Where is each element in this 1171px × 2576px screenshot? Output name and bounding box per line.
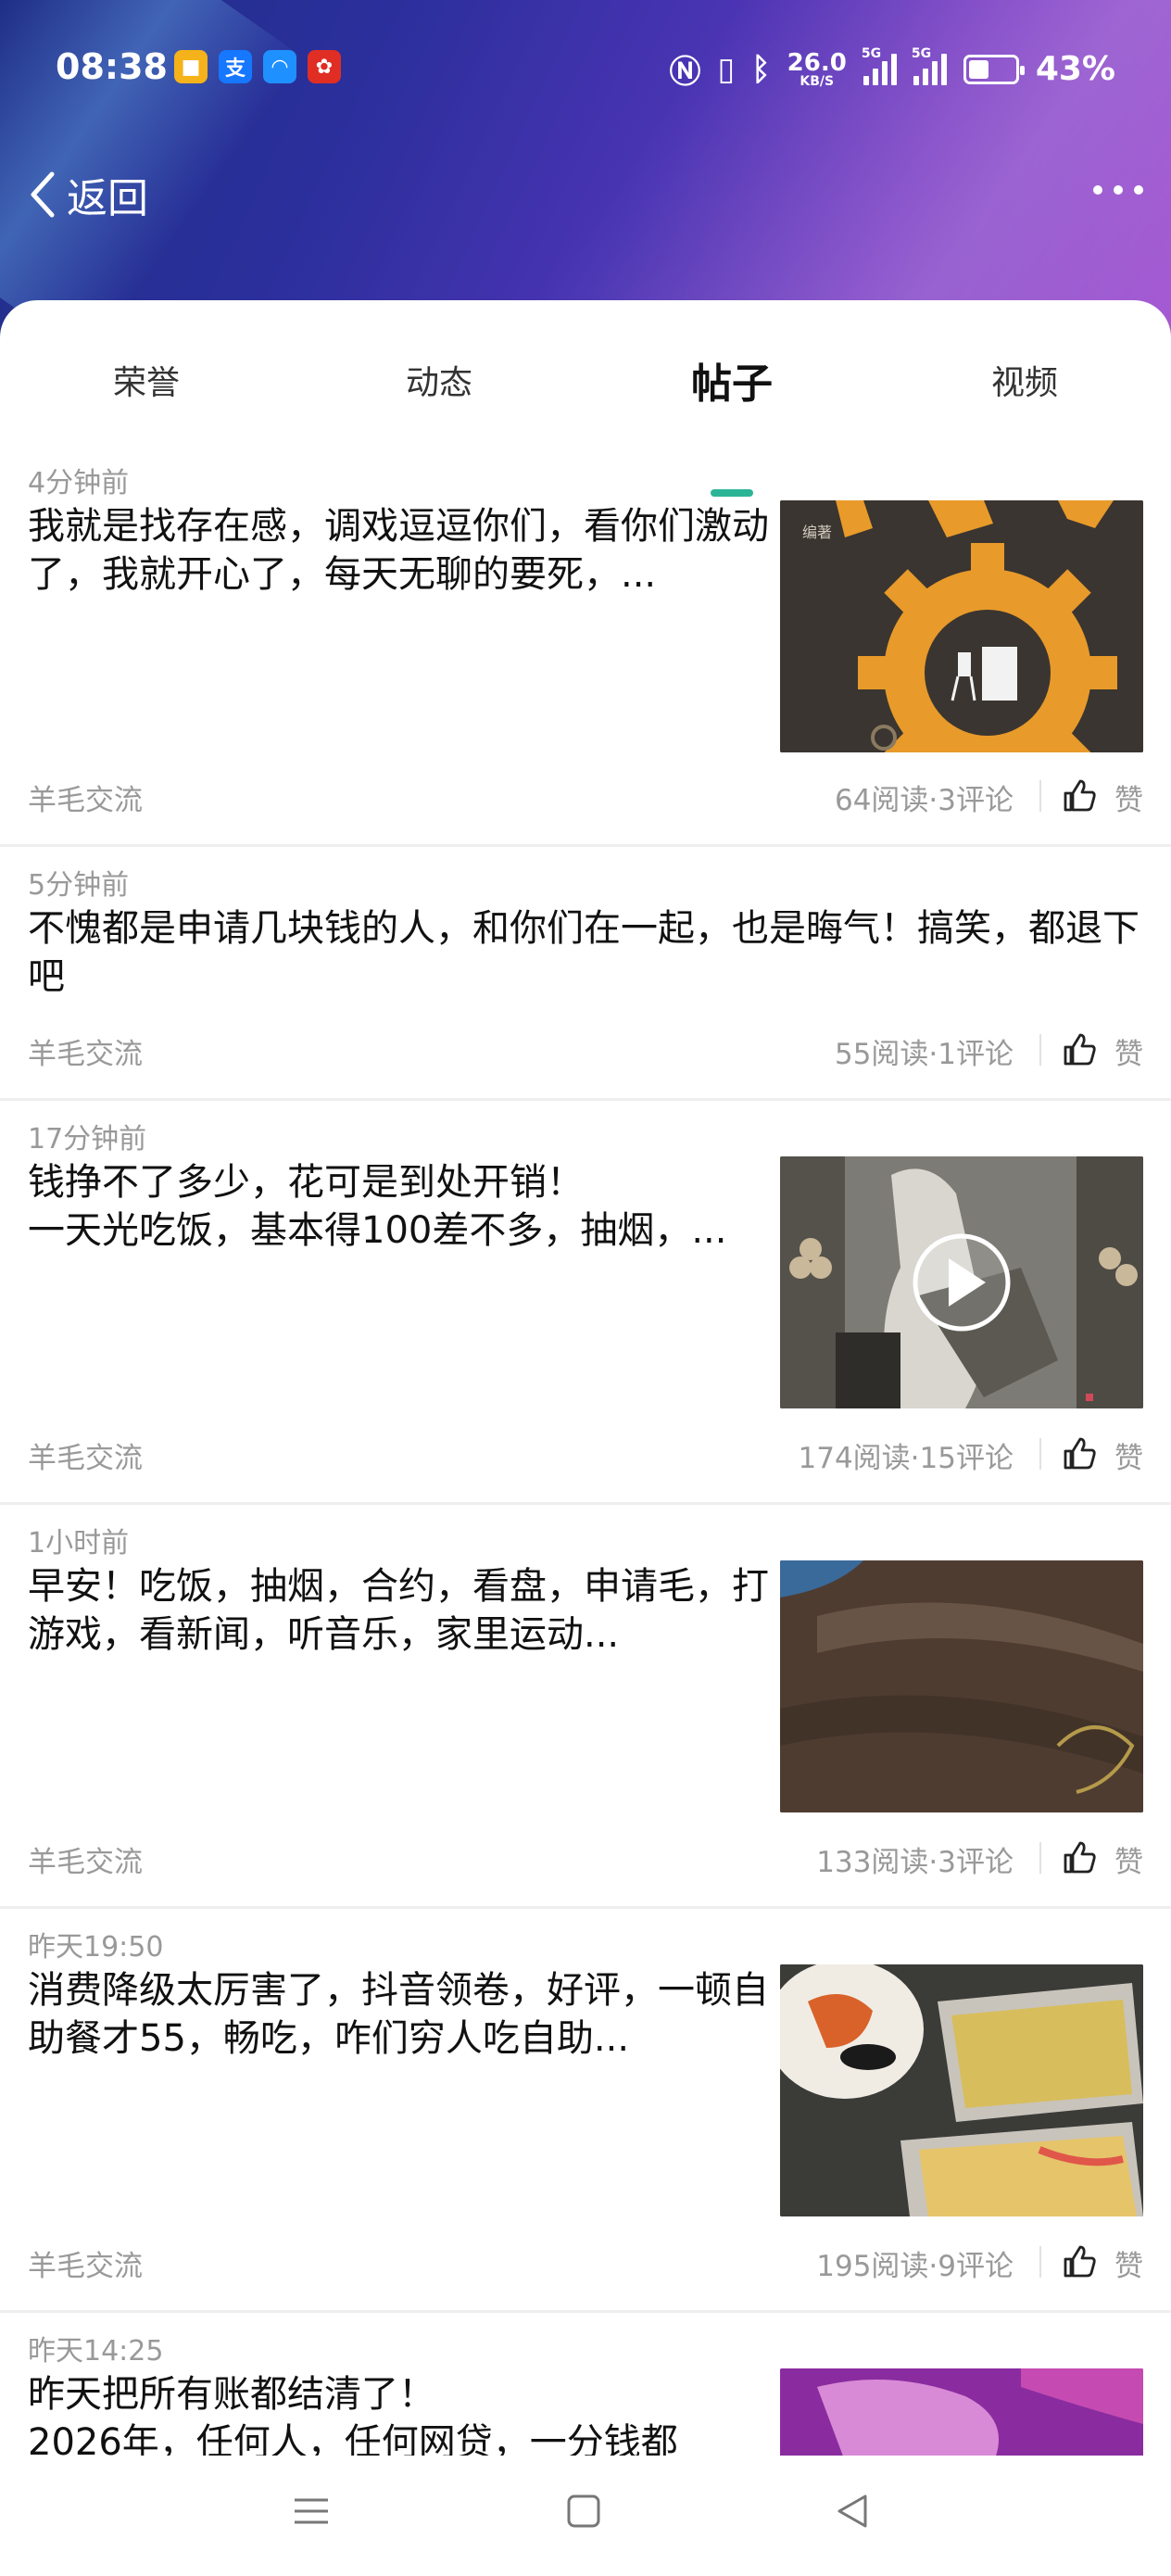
- post-group[interactable]: 羊毛交流: [28, 1838, 143, 1880]
- post-footer: 羊毛交流 174阅读·15评论 赞: [28, 1434, 1143, 1475]
- battery-icon: [963, 54, 1025, 84]
- post-time: 5分钟前: [28, 869, 130, 902]
- post-time: 4分钟前: [28, 467, 130, 499]
- tab-honors[interactable]: 荣誉: [0, 356, 293, 404]
- purple-lit-image: [780, 2368, 1143, 2456]
- footer-divider: [1039, 2246, 1041, 2278]
- system-navigation-bar: [0, 2456, 1171, 2576]
- post-stats: 133阅读·3评论: [816, 1846, 1014, 1879]
- post-footer: 羊毛交流 64阅读·3评论 赞: [28, 777, 1143, 817]
- post-text: 我就是找存在感，调戏逗逗你们，看你们激动了，我就开心了，每天无聊的要死，...: [28, 505, 769, 596]
- thumbs-up-icon[interactable]: [1062, 1436, 1097, 1471]
- post-text: 早安！吃饭，抽烟，合约，看盘，申请毛，打游戏，看新闻，听音乐，家里运动...: [28, 1565, 769, 1656]
- post-footer: 羊毛交流 133阅读·3评论 赞: [28, 1838, 1143, 1879]
- post-item[interactable]: 4分钟前 我就是找存在感，调戏逗逗你们，看你们激动了，我就开心了，每天无聊的要死…: [0, 445, 1171, 847]
- battery-percent: 43%: [1035, 50, 1115, 88]
- post-text: 钱挣不了多少，花可是到处开销！ 一天光吃饭，基本得100差不多，抽烟，...: [28, 1161, 727, 1252]
- post-stats: 195阅读·9评论: [816, 2250, 1014, 2283]
- post-footer: 羊毛交流 195阅读·9评论 赞: [28, 2242, 1143, 2283]
- post-stats: 55阅读·1评论: [834, 1038, 1014, 1071]
- more-options-icon[interactable]: [1093, 185, 1143, 195]
- status-bar: 08:38 ■ 支 ◠ ✿ Ⓝ ▯ ᛒ 26.0 KB/S 5G 5G 43%: [0, 37, 1171, 102]
- post-text: 不愧都是申请几块钱的人，和你们在一起，也是晦气！搞笑，都退下吧: [28, 907, 1140, 998]
- signal-strength-icon-1: 5G: [862, 46, 897, 85]
- notes-app-icon: ■: [174, 50, 208, 83]
- thumbs-up-icon[interactable]: [1062, 1840, 1097, 1875]
- like-label[interactable]: 赞: [1114, 2242, 1143, 2284]
- footer-divider: [1039, 1842, 1041, 1874]
- home-icon[interactable]: [556, 2483, 611, 2539]
- post-stats: 174阅读·15评论: [798, 1442, 1014, 1475]
- post-time: 1小时前: [28, 1527, 130, 1559]
- back-triangle-icon[interactable]: [825, 2483, 880, 2539]
- like-label[interactable]: 赞: [1114, 1434, 1143, 1476]
- fabric-photo-image: [780, 1560, 1143, 1812]
- post-group[interactable]: 羊毛交流: [28, 1030, 143, 1072]
- post-video-thumbnail[interactable]: [780, 1156, 1143, 1408]
- back-label: 返回: [67, 175, 148, 222]
- thumbs-up-icon[interactable]: [1062, 1032, 1097, 1067]
- post-time: 昨天14:25: [28, 2335, 164, 2368]
- top-navigation: 返回: [0, 158, 1171, 232]
- chevron-left-icon: [31, 171, 55, 218]
- post-item[interactable]: 昨天19:50 消费降级太厉害了，抖音领卷，好评，一顿自助餐才55，畅吃，咋们穷…: [0, 1909, 1171, 2313]
- post-footer: 羊毛交流 55阅读·1评论 赞: [28, 1030, 1143, 1071]
- pinduoduo-icon: ✿: [308, 50, 341, 83]
- nfc-icon: Ⓝ: [669, 54, 701, 91]
- thumbs-up-icon[interactable]: [1062, 2244, 1097, 2279]
- status-indicators: Ⓝ ▯ ᛒ 26.0 KB/S 5G 5G 43%: [670, 46, 1115, 92]
- footer-divider: [1039, 1438, 1041, 1470]
- post-group[interactable]: 羊毛交流: [28, 2242, 143, 2284]
- post-group[interactable]: 羊毛交流: [28, 777, 143, 818]
- post-item[interactable]: 5分钟前 不愧都是申请几块钱的人，和你们在一起，也是晦气！搞笑，都退下吧 羊毛交…: [0, 847, 1171, 1101]
- post-stats: 64阅读·3评论: [834, 784, 1014, 817]
- like-label[interactable]: 赞: [1114, 777, 1143, 818]
- tab-bar: 荣誉 动态 帖子 视频: [0, 356, 1171, 497]
- like-label[interactable]: 赞: [1114, 1838, 1143, 1880]
- svg-text:编著: 编著: [802, 524, 832, 541]
- back-button[interactable]: 返回: [26, 165, 148, 224]
- status-time: 08:38: [56, 46, 168, 87]
- post-thumbnail[interactable]: [780, 1560, 1143, 1812]
- vibrate-icon: ▯: [717, 50, 736, 88]
- post-thumbnail[interactable]: [780, 1964, 1143, 2216]
- post-thumbnail[interactable]: 编著: [780, 500, 1143, 752]
- post-group[interactable]: 羊毛交流: [28, 1434, 143, 1476]
- profile-header-background: 08:38 ■ 支 ◠ ✿ Ⓝ ▯ ᛒ 26.0 KB/S 5G 5G 43% …: [0, 0, 1171, 352]
- tab-posts[interactable]: 帖子: [586, 350, 878, 410]
- menu-icon[interactable]: [283, 2483, 339, 2539]
- bluetooth-icon: ᛒ: [751, 50, 771, 88]
- video-frame-image: [780, 1156, 1143, 1408]
- footer-divider: [1039, 780, 1041, 812]
- notification-app-icons: ■ 支 ◠ ✿: [174, 50, 341, 83]
- post-thumbnail[interactable]: [780, 2368, 1143, 2456]
- buffet-food-image: [780, 1964, 1143, 2216]
- browser-app-icon: ◠: [263, 50, 296, 83]
- thumbs-up-icon[interactable]: [1062, 778, 1097, 814]
- post-time: 17分钟前: [28, 1123, 147, 1155]
- tab-activity[interactable]: 动态: [293, 356, 586, 404]
- network-speed: 26.0 KB/S: [787, 48, 847, 89]
- post-time: 昨天19:50: [28, 1931, 164, 1964]
- gear-book-cover-image: 编著: [780, 500, 1143, 752]
- alipay-icon: 支: [219, 50, 252, 83]
- like-label[interactable]: 赞: [1114, 1030, 1143, 1072]
- signal-strength-icon-2: 5G: [912, 46, 947, 85]
- tab-videos[interactable]: 视频: [878, 356, 1171, 404]
- post-text: 昨天把所有账都结清了！ 2026年，任何人，任何网贷，一分钱都: [28, 2373, 678, 2456]
- post-item[interactable]: 17分钟前 钱挣不了多少，花可是到处开销！ 一天光吃饭，基本得100差不多，抽烟…: [0, 1101, 1171, 1505]
- post-item[interactable]: 1小时前 早安！吃饭，抽烟，合约，看盘，申请毛，打游戏，看新闻，听音乐，家里运动…: [0, 1505, 1171, 1909]
- post-text: 消费降级太厉害了，抖音领卷，好评，一顿自助餐才55，畅吃，咋们穷人吃自助...: [28, 1969, 769, 2060]
- footer-divider: [1039, 1034, 1041, 1066]
- post-item-partial[interactable]: 昨天14:25 昨天把所有账都结清了！ 2026年，任何人，任何网贷，一分钱都: [0, 2313, 1171, 2456]
